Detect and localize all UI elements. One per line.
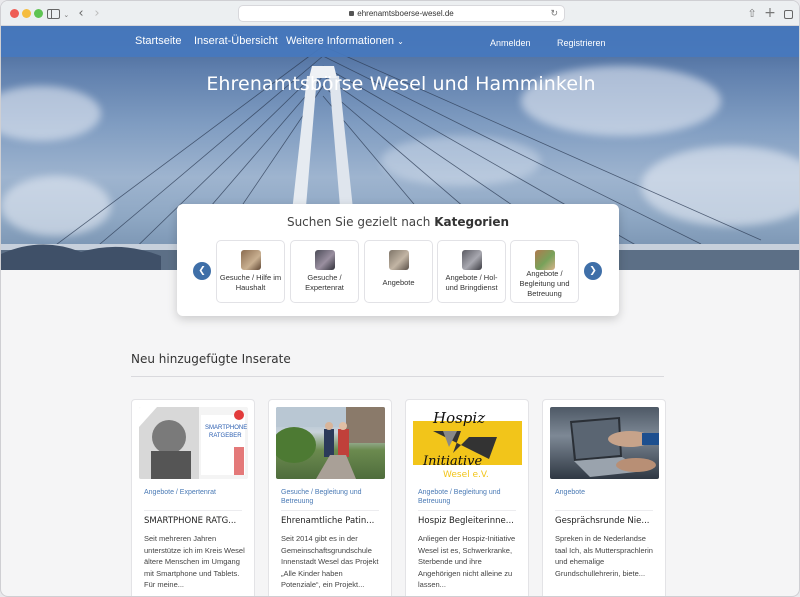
garden-walk-image [276,407,385,479]
listing-image: Hospiz Initiative Wesel e.V. [413,407,522,479]
listing-title[interactable]: SMARTPHONE RATG... [144,516,248,526]
address-url: ehrenamtsboerse-wesel.de [357,9,454,18]
browser-toolbar: ⌄ ‹ › ehrenamtsboerse-wesel.de ↻ ⇧ + [1,1,799,26]
listing-divider [144,510,242,511]
listing-excerpt: Seit 2014 gibt es in der Gemeinschaftsgr… [281,534,379,589]
nav-startseite[interactable]: Startseite [135,35,181,47]
listing-divider [418,510,516,511]
listing-category[interactable]: Angebote / Expertenrat [144,488,248,497]
listing-card[interactable]: Gesuche / Begleitung und Betreuung Ehren… [268,399,392,596]
smartphone-advisor-image: SMARTPHONE RATGEBER [139,407,247,479]
site-navbar: Startseite Inserat-Übersicht Weitere Inf… [1,26,799,57]
share-icon[interactable]: ⇧ [746,6,758,21]
category-card[interactable]: Angebote [364,240,433,303]
category-heading-bold: Kategorien [434,215,510,229]
hospiz-logo-image: Hospiz Initiative Wesel e.V. [413,409,522,479]
lock-icon [349,11,355,16]
category-label: Angebote [382,278,415,287]
listing-image [550,407,659,479]
nav-weitere-informationen-label: Weitere Informationen [286,35,395,47]
image-text-1: SMARTPHONE [205,425,247,431]
category-card[interactable]: Angebote / Begleitung und Betreuung [510,240,579,303]
category-label: Gesuche / Expertenrat [305,273,344,292]
category-thumbnail [389,250,409,270]
tab-overview-icon[interactable] [782,6,794,21]
image-text-4: Initiative [422,454,483,469]
listing-divider [555,510,653,511]
category-label: Gesuche / Hilfe im Haushalt [219,273,282,292]
browser-window: ⌄ ‹ › ehrenamtsboerse-wesel.de ↻ ⇧ + Sta… [0,0,800,597]
listing-card[interactable]: Angebote Gesprächsrunde Nie... Spreken i… [542,399,666,596]
category-thumbnail [315,250,335,270]
listing-image [276,407,385,479]
image-text-5: Wesel e.V. [443,470,489,479]
category-label: Angebote / Begleitung und Betreuung [519,269,570,298]
section-divider [131,376,664,377]
listings-title: Neu hinzugefügte Inserate [131,352,291,366]
hero-title: Ehrenamtsbörse Wesel und Hamminkeln [206,73,596,95]
zoom-window-button[interactable] [34,9,43,18]
listing-image: SMARTPHONE RATGEBER [139,407,248,479]
carousel-next-button[interactable]: ❯ [584,262,602,280]
category-card[interactable]: Gesuche / Expertenrat [290,240,359,303]
nav-inserat-uebersicht[interactable]: Inserat-Übersicht [194,35,278,47]
forward-arrow-icon[interactable]: › [91,6,103,21]
category-thumbnail [535,250,555,270]
carousel-prev-button[interactable]: ❮ [193,262,211,280]
register-link[interactable]: Registrieren [557,38,606,48]
category-panel: Suchen Sie gezielt nach Kategorien Gesuc… [177,204,619,316]
login-link[interactable]: Anmelden [490,38,531,48]
listing-excerpt: Seit mehreren Jahren unterstütze ich im … [144,534,245,589]
listing-card[interactable]: SMARTPHONE RATGEBER Angebote / Expertenr… [131,399,255,596]
listing-excerpt: Anliegen der Hospiz-Initiative Wesel ist… [418,534,516,589]
image-text-2: RATGEBER [209,433,242,439]
listing-category[interactable]: Angebote [555,488,659,497]
close-window-button[interactable] [10,9,19,18]
listing-title[interactable]: Ehrenamtliche Patin... [281,516,385,526]
new-tab-icon[interactable]: + [764,6,776,21]
minimize-window-button[interactable] [22,9,31,18]
category-heading: Suchen Sie gezielt nach Kategorien [177,215,619,229]
category-heading-prefix: Suchen Sie gezielt nach [286,215,431,229]
reload-icon[interactable]: ↻ [550,6,558,21]
listing-category[interactable]: Gesuche / Begleitung und Betreuung [281,488,385,506]
category-label: Angebote / Hol- und Bringdienst [445,273,498,292]
sidebar-toggle-icon[interactable]: ⌄ [45,6,71,21]
category-card[interactable]: Angebote / Hol- und Bringdienst [437,240,506,303]
listing-card[interactable]: Hospiz Initiative Wesel e.V. Angebote / … [405,399,529,596]
listing-divider [281,510,379,511]
listing-excerpt: Spreken in de Nederlandse taal Ich, als … [555,534,653,578]
nav-weitere-informationen[interactable]: Weitere Informationen ⌄ [286,35,404,47]
listing-title[interactable]: Gesprächsrunde Nie... [555,516,659,526]
category-card[interactable]: Gesuche / Hilfe im Haushalt [216,240,285,303]
address-bar[interactable]: ehrenamtsboerse-wesel.de ↻ [238,5,565,22]
listing-title[interactable]: Hospiz Begleiterinne... [418,516,522,526]
image-text-3: Hospiz [432,409,485,427]
back-arrow-icon[interactable]: ‹ [75,6,87,21]
laptop-meeting-image [570,417,659,477]
category-thumbnail [241,250,261,270]
category-thumbnail [462,250,482,270]
chevron-down-icon: ⌄ [397,37,404,46]
listing-category[interactable]: Angebote / Begleitung und Betreuung [418,488,522,506]
